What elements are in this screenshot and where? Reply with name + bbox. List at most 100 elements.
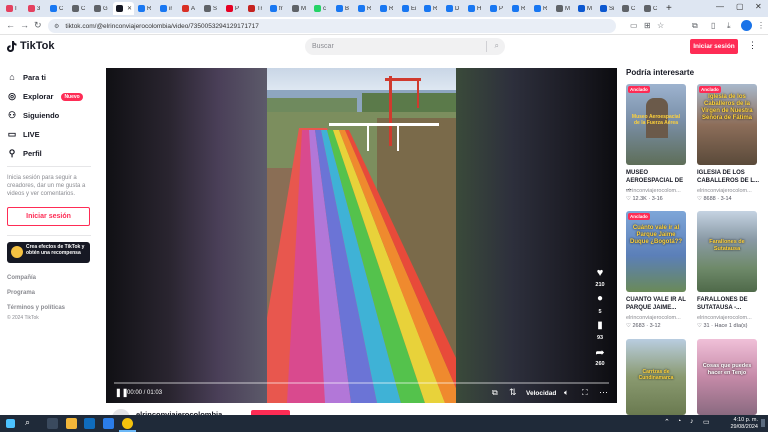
suggestion-author[interactable]: elrinconviajerocolom... <box>626 188 688 194</box>
cast-icon[interactable]: ▭ <box>630 21 638 30</box>
search-icon[interactable]: ⌕ <box>495 41 499 51</box>
link-terminos[interactable]: Términos y políticas <box>7 305 65 311</box>
suggestion-thumbnail[interactable]: Cuánto vale ir al Parque Jaime Duque ¿Bo… <box>626 211 686 292</box>
browser-tab[interactable]: R <box>531 2 552 15</box>
progress-bar[interactable] <box>114 382 609 384</box>
windows-start-icon[interactable] <box>6 419 15 428</box>
maximize-icon[interactable]: ▢ <box>736 2 744 11</box>
back-icon[interactable]: ← <box>6 20 15 30</box>
browser-tab[interactable]: M <box>575 2 596 15</box>
browser-tab[interactable]: C <box>641 2 662 15</box>
browser-tab[interactable]: D <box>443 2 464 15</box>
like-icon[interactable]: ♥ <box>592 267 608 279</box>
browser-tab[interactable]: Tr <box>245 2 266 15</box>
browser-tab[interactable]: A <box>179 2 200 15</box>
suggestion-thumbnail[interactable]: Carrizas de Cundinamarca <box>626 339 686 415</box>
network-icon[interactable]: ◔ <box>677 418 681 425</box>
browser-menu-icon[interactable]: ⋮ <box>757 21 765 30</box>
bookmark-star-icon[interactable]: ☆ <box>657 21 664 30</box>
tray-chevron-icon[interactable]: ⌃ <box>664 418 670 426</box>
suggestion-author[interactable]: elrinconviajerocolom... <box>697 188 759 194</box>
sidebar-item-para-ti[interactable]: ⌂ Para ti <box>7 72 46 82</box>
speaker-icon[interactable]: ♪ <box>690 418 694 425</box>
browser-tab[interactable]: M <box>553 2 574 15</box>
close-window-icon[interactable]: ✕ <box>755 2 762 11</box>
picture-in-picture-icon[interactable]: ⧉ <box>492 388 498 398</box>
heart-outline-icon: ♡ <box>697 323 702 329</box>
site-info-icon[interactable]: ⚙ <box>54 23 59 30</box>
browser-tab[interactable]: R <box>421 2 442 15</box>
browser-tab[interactable]: 3 <box>25 2 46 15</box>
extensions-icon[interactable]: ⧉ <box>692 21 698 31</box>
browser-tab[interactable]: fr <box>267 2 288 15</box>
outlook-icon[interactable] <box>84 418 95 429</box>
browser-tab[interactable]: H <box>465 2 486 15</box>
address-bar[interactable]: ⚙ tiktok.com/@elrinconviajerocolombia/vi… <box>48 19 616 33</box>
login-button[interactable]: Iniciar sesión <box>690 39 738 54</box>
volume-icon[interactable]: 🔈︎ <box>564 388 569 398</box>
browser-tab[interactable]: G <box>91 2 112 15</box>
close-tab-icon[interactable]: ✕ <box>127 5 132 12</box>
search-input[interactable]: Buscar ⌕ <box>305 38 505 55</box>
video-player[interactable]: ⌃ ⌄ <box>106 68 617 403</box>
thumbnail-caption: Cuánto vale ir al Parque Jaime Duque ¿Bo… <box>630 225 682 245</box>
sidebar-item-perfil[interactable]: ⚲ Perfil <box>7 148 42 159</box>
link-compania[interactable]: Compañía <box>7 275 36 281</box>
task-view-icon[interactable] <box>47 418 58 429</box>
sidepanel-icon[interactable]: ▯ <box>711 21 715 30</box>
speed-button[interactable]: Velocidad <box>526 390 556 397</box>
clock[interactable]: 4:10 p. m. 29/08/2024 <box>722 417 758 430</box>
suggestion-thumbnail[interactable]: Iglesia de los Caballeros de la Virgen d… <box>697 84 757 165</box>
browser-tab[interactable]: I <box>3 2 24 15</box>
effects-promo-card[interactable]: Crea efectos de TikTok y obtén una recom… <box>7 242 90 263</box>
browser-tab[interactable]: S <box>201 2 222 15</box>
suggestion-thumbnail[interactable]: Farallones de Sutatausa <box>697 211 757 292</box>
new-tab-button[interactable]: + <box>666 3 672 14</box>
browser-tab[interactable]: M <box>289 2 310 15</box>
browser-tab[interactable]: C <box>69 2 90 15</box>
browser-tab[interactable]: c <box>311 2 332 15</box>
battery-icon[interactable]: ▭ <box>703 418 710 426</box>
share-icon[interactable]: ➦ <box>592 346 608 359</box>
browser-tab[interactable]: Ei <box>399 2 420 15</box>
browser-tab[interactable]: C <box>619 2 640 15</box>
browser-tab[interactable]: Si <box>597 2 618 15</box>
browser-tab[interactable]: R <box>135 2 156 15</box>
chrome-icon[interactable] <box>122 418 133 429</box>
browser-tab[interactable]: R <box>355 2 376 15</box>
browser-tab[interactable]: R <box>377 2 398 15</box>
translate-icon[interactable]: ⊞ <box>644 21 651 30</box>
autoscroll-icon[interactable]: ⇅ <box>509 387 517 398</box>
browser-tab[interactable]: B <box>333 2 354 15</box>
comment-icon[interactable]: ● <box>592 293 608 304</box>
browser-tab[interactable]: ✕ <box>113 2 134 15</box>
link-programa[interactable]: Programa <box>7 290 35 296</box>
browser-tab[interactable]: P <box>223 2 244 15</box>
browser-tab[interactable]: P <box>487 2 508 15</box>
sidebar-item-live[interactable]: ▭ LIVE <box>7 129 40 140</box>
sidebar-login-button[interactable]: Iniciar sesión <box>7 207 90 226</box>
suggestion-thumbnail[interactable]: Cosas que puedes hacer en Tenjo <box>697 339 757 415</box>
reload-icon[interactable]: ↻ <box>34 20 42 31</box>
download-icon[interactable]: ⤓ <box>727 21 731 31</box>
browser-tab[interactable]: R <box>509 2 530 15</box>
taskbar-search-icon[interactable]: ⌕ <box>25 417 30 428</box>
show-desktop-button[interactable] <box>761 419 765 427</box>
suggestion-author[interactable]: elrinconviajerocolom... <box>626 315 688 321</box>
profile-avatar[interactable] <box>741 20 752 31</box>
tiktok-logo[interactable]: TikTok <box>7 40 54 52</box>
suggestion-thumbnail[interactable]: Museo Aeroespacial de la Fuerza Aérea An… <box>626 84 686 165</box>
bookmark-icon[interactable]: ▮ <box>592 320 608 331</box>
forward-icon[interactable]: → <box>20 20 29 30</box>
more-options-icon[interactable]: ⋮ <box>748 40 757 51</box>
sidebar-item-siguiendo[interactable]: ⚇ Siguiendo <box>7 110 59 121</box>
browser-tab[interactable]: ir <box>157 2 178 15</box>
fullscreen-icon[interactable]: ⛶ <box>582 388 588 398</box>
suggestion-author[interactable]: elrinconviajerocolom... <box>697 315 759 321</box>
sidebar-item-explorar[interactable]: ◎ Explorar Nuevo <box>7 91 83 102</box>
file-explorer-icon[interactable] <box>66 418 77 429</box>
minimize-icon[interactable]: — <box>716 2 724 11</box>
edge-icon[interactable] <box>103 418 114 429</box>
more-icon[interactable]: ⋯ <box>599 387 608 398</box>
browser-tab[interactable]: C <box>47 2 68 15</box>
